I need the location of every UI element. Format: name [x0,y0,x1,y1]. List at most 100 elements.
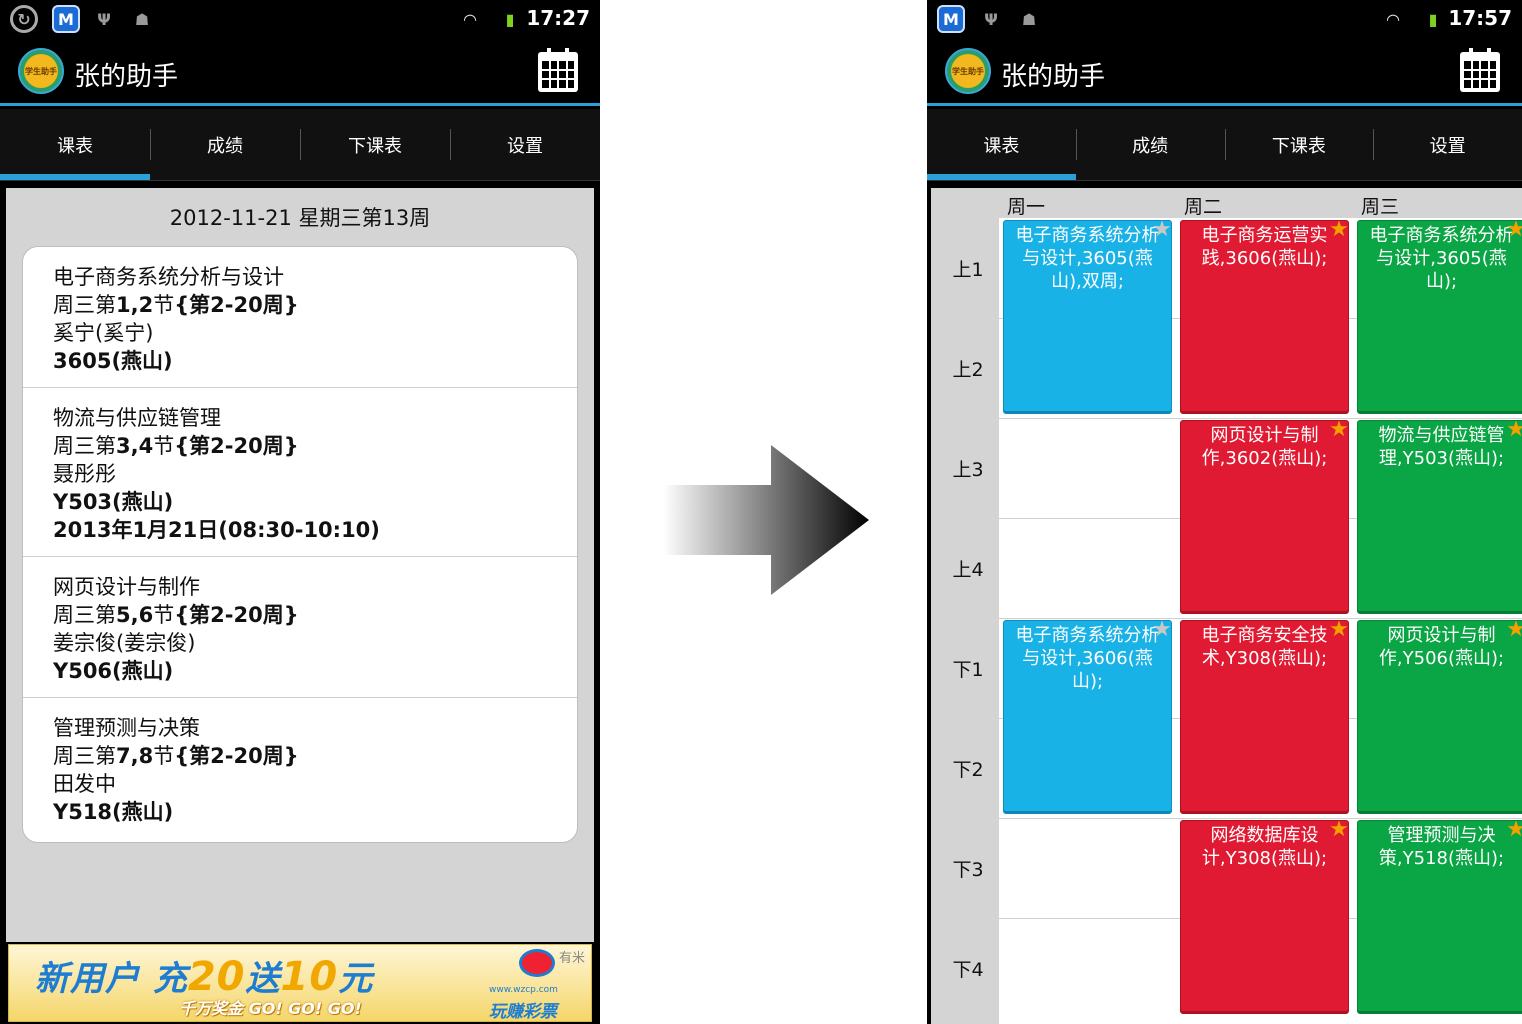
class-cell-text: 电子商务系统分析与设计,3605(燕山); [1369,225,1514,292]
class-cell[interactable]: 网页设计与制作,3602(燕山); ★ [1180,420,1349,614]
course-item[interactable]: 网页设计与制作周三第5,6节{第2-20周} 姜宗俊(姜宗俊) Y506(燕山) [23,557,577,698]
period-label: 上3 [952,458,984,481]
tab-next-schedule[interactable]: 下课表 [1224,109,1374,180]
sync-icon: ↻ [10,5,38,33]
star-icon[interactable]: ★ [1505,221,1522,241]
star-icon[interactable]: ★ [1505,621,1522,641]
tab-settings[interactable]: 设置 [1373,109,1522,180]
class-cell-text: 电子商务系统分析与设计,3606(燕山); [1015,625,1160,692]
right-arrow-icon [663,445,869,595]
usb-icon: Ψ [97,9,111,29]
tab-grades[interactable]: 成绩 [150,109,300,180]
star-icon[interactable]: ★ [1328,821,1348,841]
tab-schedule[interactable]: 课表 [927,109,1076,180]
day-schedule-panel: 2012-11-21 星期三第13周 电子商务系统分析与设计 周三第1,2节{第2… [6,188,594,942]
class-cell-text: 网页设计与制作,3602(燕山); [1201,425,1328,469]
android-debug-icon: ☗ [1021,9,1037,29]
star-icon[interactable]: ★ [1151,621,1171,641]
course-room: Y518(燕山) [53,800,174,824]
course-time: 周三第1,2节{第2-20周} [53,293,299,317]
week-schedule-grid: 周一 周二 周三 上1 上2 上3 上4 下1 下2 下3 下4 电子商务系统分析与设计,3605… [931,188,1522,1024]
security-app-icon: M [937,5,965,33]
star-icon[interactable]: ★ [1328,621,1348,641]
star-icon[interactable]: ★ [1151,221,1171,241]
wifi-icon: ◠ [1386,9,1400,29]
course-list: 电子商务系统分析与设计 周三第1,2节{第2-20周} 奚宁(奚宁) 3605(燕山)… [22,246,578,843]
battery-charging-icon: ▮ [1428,9,1438,29]
tab-schedule[interactable]: 课表 [0,109,150,180]
android-debug-icon: ☗ [134,9,150,29]
ad-subline: 千万奖金 GO! GO! GO! [179,999,362,1018]
course-name: 物流与供应链管理 [53,406,221,430]
status-time: 17:27 [526,6,590,30]
star-icon[interactable]: ★ [1505,421,1522,441]
app-logo-icon[interactable]: 学生助手 [945,48,991,94]
class-cell-text: 电子商务安全技术,Y308(燕山); [1201,625,1328,669]
course-name: 管理预测与决策 [53,716,200,740]
class-cell[interactable]: 物流与供应链管理,Y503(燕山);★ [1357,420,1522,614]
class-cell-text: 网络数据库设计,Y308(燕山); [1201,825,1328,869]
class-cell[interactable]: 电子商务运营实践,3606(燕山); ★ [1180,220,1349,414]
grid-line [999,418,1522,419]
status-bar: ↻ M Ψ ☗ ◠ ▮ 17:27 [0,0,600,38]
app-title: 张的助手 [74,62,179,92]
course-exam-time: 2013年1月21日(08:30-10:10) [53,518,380,542]
class-cell[interactable]: 电子商务系统分析与设计,3606(燕山); ★ [1003,620,1172,814]
star-icon[interactable]: ★ [1505,821,1522,841]
period-label: 上4 [952,558,984,581]
date-header: 2012-11-21 星期三第13周 [169,206,431,230]
tab-settings[interactable]: 设置 [450,109,600,180]
class-cell-text: 电子商务系统分析与设计,3605(燕山),双周; [1015,225,1160,292]
tab-bar: 课表 成绩 下课表 设置 [0,109,600,181]
period-label: 下1 [952,658,984,681]
calendar-icon[interactable] [538,48,578,92]
battery-charging-icon: ▮ [505,9,515,29]
status-time: 17:57 [1448,6,1512,30]
course-time: 周三第5,6节{第2-20周} [53,603,299,627]
class-cell[interactable]: 电子商务系统分析与设计,3605(燕山);★ [1357,220,1522,414]
app-title: 张的助手 [1001,62,1106,92]
lottery-logo-icon [519,949,555,977]
day-header: 周一 [1007,196,1046,218]
course-teacher: 姜宗俊(姜宗俊) [53,631,196,655]
star-icon[interactable]: ★ [1328,421,1348,441]
period-label: 上2 [952,358,984,381]
day-header-row: 周一 周二 周三 [931,188,1522,218]
period-label: 下2 [952,758,984,781]
course-room: Y506(燕山) [53,659,174,683]
course-teacher: 聂彤彤 [53,462,116,486]
left-phone-screen: ↻ M Ψ ☗ ◠ ▮ 17:27 学生助手 张的助手 课表 成绩 下课表 设置… [0,0,600,1024]
tab-grades[interactable]: 成绩 [1075,109,1225,180]
star-icon[interactable]: ★ [1328,221,1348,241]
grid-line [999,818,1522,819]
class-cell[interactable]: 网页设计与制作,Y506(燕山);★ [1357,620,1522,814]
class-cell[interactable]: 电子商务系统分析与设计,3605(燕山),双周; ★ [1003,220,1172,414]
course-item[interactable]: 电子商务系统分析与设计 周三第1,2节{第2-20周} 奚宁(奚宁) 3605(燕山) [23,247,577,388]
class-cell[interactable]: 电子商务安全技术,Y308(燕山); ★ [1180,620,1349,814]
course-teacher: 田发中 [53,772,116,796]
course-item[interactable]: 物流与供应链管理 周三第3,4节{第2-20周} 聂彤彤 Y503(燕山) 2013年1… [23,388,577,557]
tab-next-schedule[interactable]: 下课表 [300,109,450,180]
period-column: 上1 上2 上3 上4 下1 下2 下3 下4 [931,218,999,1024]
app-logo-icon[interactable]: 学生助手 [18,48,64,94]
calendar-icon[interactable] [1460,48,1500,92]
ad-headline: 新用户 充20送10元 [35,954,374,1000]
period-label: 上1 [952,258,984,281]
course-item[interactable]: 管理预测与决策周三第7,8节{第2-20周} 田发中 Y518(燕山) [23,698,577,842]
course-name: 网页设计与制作 [53,575,200,599]
class-cell[interactable]: 管理预测与决策,Y518(燕山);★ [1357,820,1522,1014]
class-cell[interactable]: 网络数据库设计,Y308(燕山); ★ [1180,820,1349,1014]
class-cell-text: 网页设计与制作,Y506(燕山); [1378,625,1505,669]
course-time: 周三第7,8节{第2-20周} [53,744,299,768]
right-phone-screen: M Ψ ☗ ◠ ▮ 17:57 学生助手 张的助手 课表 成绩 下课表 设置 周… [927,0,1522,1024]
ad-tag: 有米 [558,951,585,966]
class-cell-text: 电子商务运营实践,3606(燕山); [1201,225,1328,269]
period-label: 下4 [952,958,984,981]
course-room: Y503(燕山) [53,490,174,514]
security-app-icon: M [52,5,80,33]
class-cell-text: 物流与供应链管理,Y503(燕山); [1378,425,1505,469]
class-cell-text: 管理预测与决策,Y518(燕山); [1378,825,1505,869]
day-header: 周三 [1361,196,1400,218]
ad-banner[interactable]: 新用户 充20送10元 千万奖金 GO! GO! GO! 有米 www.wzcp… [8,944,592,1022]
ad-brand: 玩赚彩票 [489,1002,557,1022]
